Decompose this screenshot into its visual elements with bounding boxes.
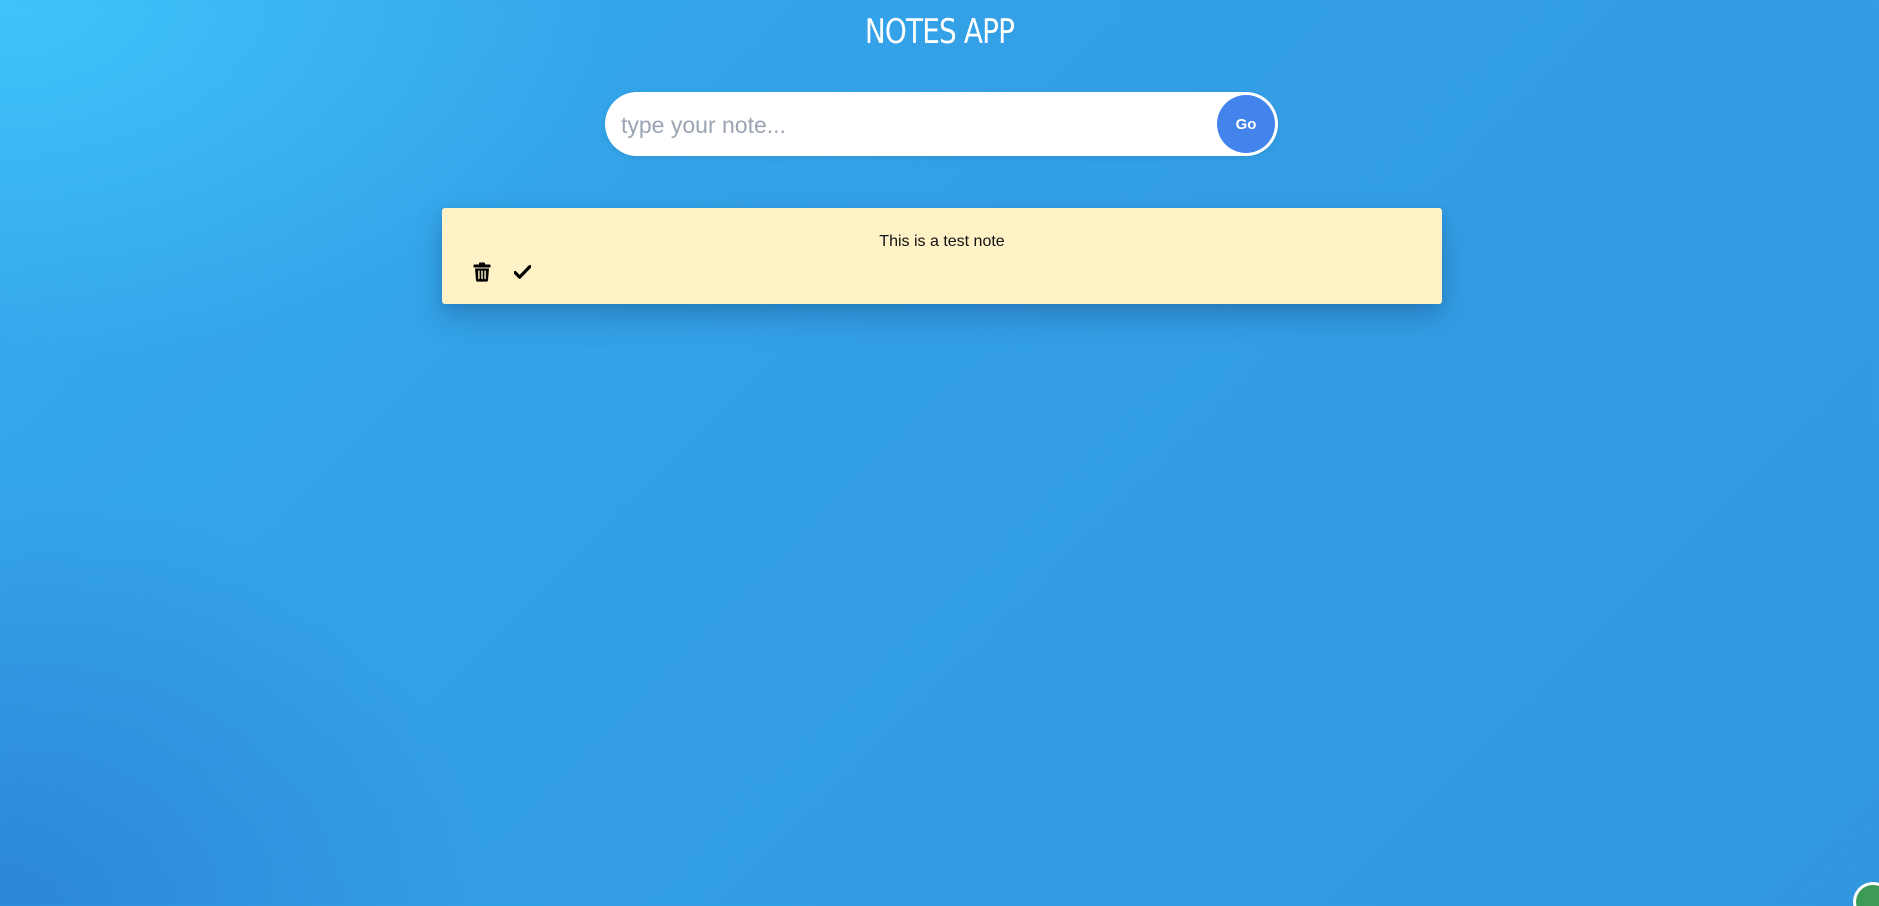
note-composer: Go [605, 92, 1278, 156]
trash-icon[interactable] [472, 261, 492, 283]
note-text: This is a test note [879, 233, 1005, 250]
app-title: NOTES APP [864, 12, 1015, 52]
go-button[interactable]: Go [1217, 95, 1275, 153]
note-card: This is a test note [442, 208, 1442, 304]
note-actions [472, 261, 532, 283]
check-icon[interactable] [512, 261, 532, 283]
note-input[interactable] [619, 100, 1203, 150]
corner-widget[interactable] [1853, 882, 1879, 906]
notes-list: This is a test note [442, 208, 1442, 304]
